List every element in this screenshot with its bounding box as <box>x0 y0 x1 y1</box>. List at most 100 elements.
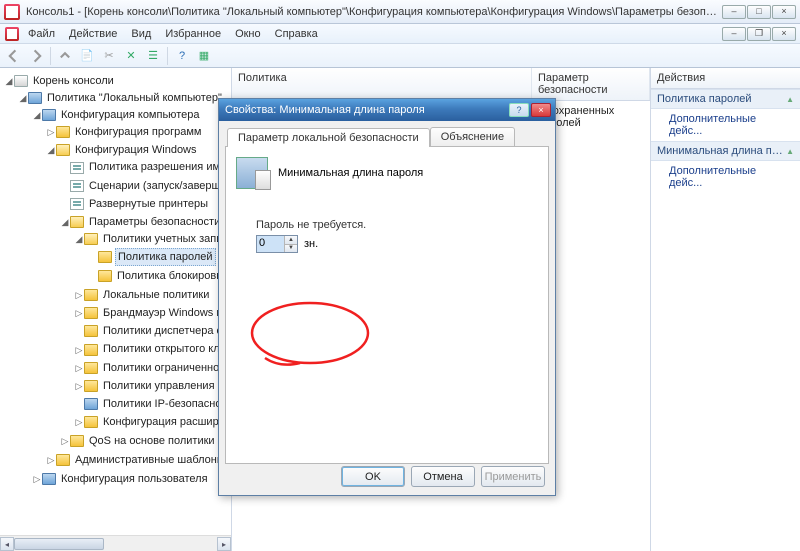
tree-advaudit[interactable]: Конфигурация расширен <box>103 416 231 428</box>
tree-localp[interactable]: Локальные политики <box>103 289 209 301</box>
folder-icon <box>84 307 98 319</box>
policy-icon <box>28 92 42 104</box>
tree-root[interactable]: Корень консоли <box>33 75 114 87</box>
field-label: Пароль не требуется. <box>256 219 538 231</box>
menu-help[interactable]: Справка <box>269 26 324 42</box>
tree-printers[interactable]: Развернутые принтеры <box>89 198 208 210</box>
nav-forward-button[interactable] <box>26 46 46 66</box>
col-param[interactable]: Параметр безопасности <box>532 68 650 100</box>
maximize-button[interactable]: □ <box>747 5 771 19</box>
spinner-down-button[interactable]: ▼ <box>284 244 297 253</box>
col-policy[interactable]: Политика <box>232 68 532 100</box>
actions-link-1[interactable]: Дополнительные дейс... <box>651 109 800 141</box>
tab-explanation[interactable]: Объяснение <box>430 127 515 146</box>
folder-icon <box>84 416 98 428</box>
delete-button[interactable]: ✕ <box>121 46 141 66</box>
properties-button[interactable]: ☰ <box>143 46 163 66</box>
doc-icon <box>70 162 84 174</box>
dialog-title: Свойства: Минимальная длина пароля <box>223 104 509 116</box>
tree-secsettings[interactable]: Параметры безопасности <box>89 216 220 228</box>
properties-dialog: Свойства: Минимальная длина пароля ? × П… <box>218 98 556 496</box>
spinner-value[interactable]: 0 <box>257 236 284 252</box>
cancel-button[interactable]: Отмена <box>411 466 475 487</box>
tree-userconf[interactable]: Конфигурация пользователя <box>61 473 208 485</box>
tree-appctrl[interactable]: Политики управления при <box>103 380 231 392</box>
qos-icon <box>70 435 84 447</box>
dialog-close-button[interactable]: × <box>531 103 551 117</box>
dialog-tabstrip: Параметр локальной безопасности Объяснен… <box>227 127 549 146</box>
apply-button[interactable]: Применить <box>481 466 545 487</box>
folder-icon <box>98 270 112 282</box>
tree-netmgr[interactable]: Политики диспетчера спи <box>103 325 231 337</box>
folder-icon <box>56 454 70 466</box>
actions-link-2[interactable]: Дополнительные дейс... <box>651 161 800 193</box>
menu-file[interactable]: Файл <box>22 26 61 42</box>
tree-pwdpol[interactable]: Политика паролей <box>118 251 213 263</box>
scroll-thumb[interactable] <box>14 538 104 550</box>
tree-policy[interactable]: Политика "Локальный компьютер" <box>47 92 222 104</box>
folder-icon <box>84 344 98 356</box>
folder-icon <box>84 325 98 337</box>
tree-ipsec[interactable]: Политики IP-безопасност <box>103 398 231 410</box>
tab-local-security[interactable]: Параметр локальной безопасности <box>227 128 430 147</box>
tree-horizontal-scrollbar[interactable]: ◂ ▸ <box>0 535 231 551</box>
folder-icon <box>84 233 98 245</box>
nav-back-button[interactable] <box>4 46 24 66</box>
console-root-icon <box>14 75 28 87</box>
menu-favorites[interactable]: Избранное <box>159 26 227 42</box>
close-button[interactable]: × <box>772 5 796 19</box>
menubar: Файл Действие Вид Избранное Окно Справка… <box>0 24 800 44</box>
actions-group-2[interactable]: Минимальная длина пароля▲ <box>651 141 800 161</box>
toolbar-folder-icon[interactable]: 📄 <box>77 46 97 66</box>
tree-winconf[interactable]: Конфигурация Windows <box>75 144 197 156</box>
tree-acctpol[interactable]: Политики учетных записе <box>103 233 231 245</box>
policy-large-icon <box>236 157 268 189</box>
scroll-left-button[interactable]: ◂ <box>0 537 14 551</box>
printer-icon <box>70 198 84 210</box>
dialog-tabpanel: Минимальная длина пароля Пароль не требу… <box>225 146 549 464</box>
folder-icon <box>98 251 112 263</box>
app-icon <box>4 4 20 20</box>
child-restore-button[interactable]: ❐ <box>747 27 771 41</box>
menu-view[interactable]: Вид <box>125 26 157 42</box>
view-button[interactable]: ▦ <box>194 46 214 66</box>
toolbar: 📄 ✂ ✕ ☰ ? ▦ <box>0 44 800 68</box>
tree-lockpol[interactable]: Политика блокировки <box>117 270 227 282</box>
tree-admtmpl[interactable]: Административные шаблоны <box>75 454 225 466</box>
child-close-button[interactable]: × <box>772 27 796 41</box>
tree-restricted[interactable]: Политики ограниченного <box>103 362 229 374</box>
ipsec-icon <box>84 398 98 410</box>
console-tree[interactable]: ◢Корень консоли ◢Политика "Локальный ком… <box>0 72 231 490</box>
child-minimize-button[interactable]: – <box>722 27 746 41</box>
menu-action[interactable]: Действие <box>63 26 123 42</box>
menu-window[interactable]: Окно <box>229 26 267 42</box>
ok-button[interactable]: OK <box>341 466 405 487</box>
tree-swsettings[interactable]: Конфигурация программ <box>75 126 201 138</box>
tree-firewall[interactable]: Брандмауэр Windows в ре <box>103 307 231 319</box>
help-button[interactable]: ? <box>172 46 192 66</box>
chevron-up-icon: ▲ <box>786 147 794 156</box>
tree-compconf[interactable]: Конфигурация компьютера <box>61 109 199 121</box>
computer-icon <box>42 109 56 121</box>
dialog-titlebar[interactable]: Свойства: Минимальная длина пароля ? × <box>219 99 555 121</box>
actions-header: Действия <box>651 68 800 89</box>
actions-group-1[interactable]: Политика паролей▲ <box>651 89 800 109</box>
window-title: Консоль1 - [Корень консоли\Политика "Лок… <box>26 6 722 18</box>
tree-pubkey[interactable]: Политики открытого клю <box>103 344 228 356</box>
tree-scripts[interactable]: Сценарии (запуск/завершени <box>89 180 231 192</box>
folder-icon <box>56 126 70 138</box>
scroll-right-button[interactable]: ▸ <box>217 537 231 551</box>
minimize-button[interactable]: – <box>722 5 746 19</box>
tree-nameres[interactable]: Политика разрешения имен <box>89 162 231 174</box>
cut-button[interactable]: ✂ <box>99 46 119 66</box>
tree-qos[interactable]: QoS на основе политики <box>89 435 215 447</box>
up-button[interactable] <box>55 46 75 66</box>
doc-icon <box>70 180 84 192</box>
value-spinner[interactable]: 0 ▲ ▼ <box>256 235 298 253</box>
chevron-up-icon: ▲ <box>786 95 794 104</box>
dialog-help-button[interactable]: ? <box>509 103 529 117</box>
user-icon <box>42 473 56 485</box>
folder-icon <box>84 380 98 392</box>
spinner-up-button[interactable]: ▲ <box>284 236 297 244</box>
tree-pane: ◢Корень консоли ◢Политика "Локальный ком… <box>0 68 232 551</box>
